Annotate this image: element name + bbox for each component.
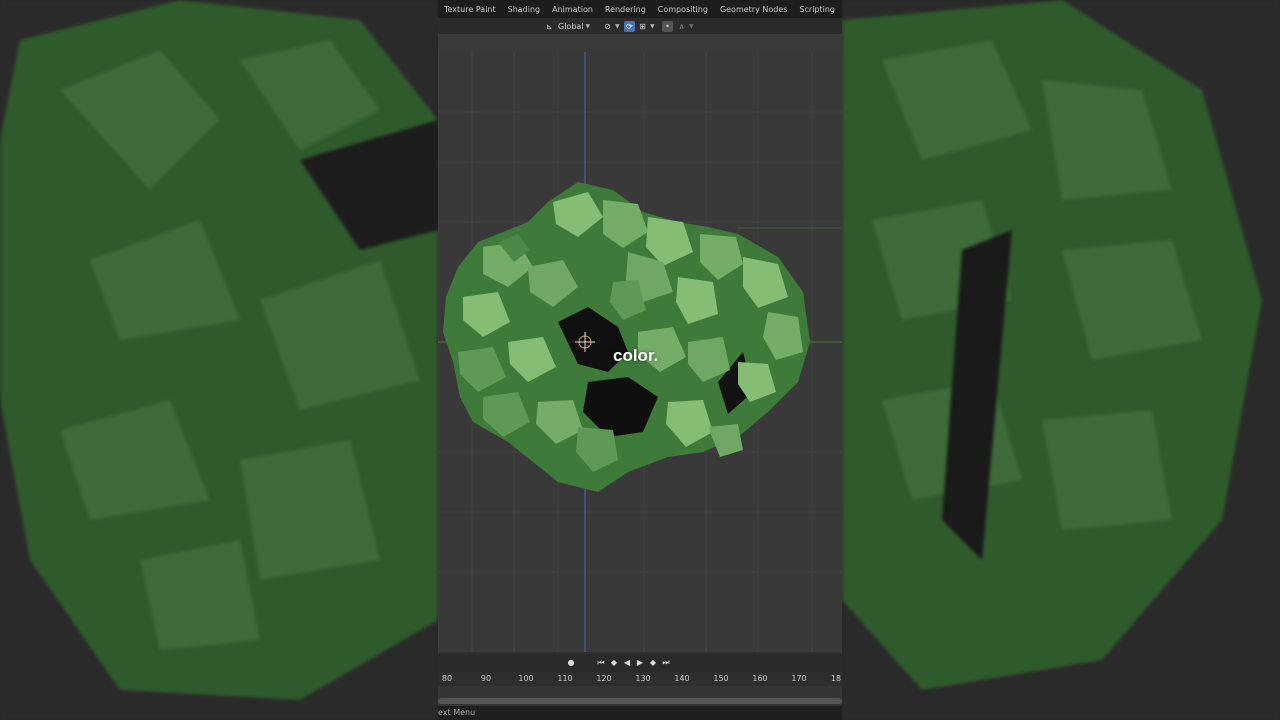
jump-end-icon[interactable]: ⏭ bbox=[660, 657, 672, 669]
pivot-dropdown[interactable]: ⊘ ▼ bbox=[602, 20, 620, 32]
3d-viewport[interactable]: color. bbox=[438, 52, 842, 652]
background-blur-right bbox=[842, 0, 1280, 720]
play-reverse-icon[interactable]: ◀ bbox=[621, 657, 633, 669]
frame-tick: 80 bbox=[441, 674, 453, 683]
falloff-curve-icon: ∧ bbox=[678, 21, 685, 31]
frame-tick: 160 bbox=[752, 674, 768, 683]
frame-tick: 130 bbox=[635, 674, 651, 683]
falloff-dropdown[interactable]: ∧ ▼ bbox=[676, 20, 694, 32]
frame-tick: 18 bbox=[830, 674, 842, 683]
chevron-down-icon: ▼ bbox=[689, 22, 694, 30]
snap-toggle[interactable]: ⟳ bbox=[624, 20, 635, 32]
tab-scripting[interactable]: Scripting bbox=[793, 0, 841, 20]
add-workspace-button[interactable]: + bbox=[841, 4, 842, 17]
tab-geometry-nodes[interactable]: Geometry Nodes bbox=[714, 0, 793, 20]
jump-start-icon[interactable]: ⏮ bbox=[595, 657, 607, 669]
viewport-header: ⊾ Global ▼ ⊘ ▼ ⟳ ⊞ ▼ • ∧ ▼ bbox=[438, 18, 842, 34]
frame-tick: 120 bbox=[596, 674, 612, 683]
tab-texture-paint[interactable]: Texture Paint bbox=[438, 0, 502, 20]
blender-window: Texture Paint Shading Animation Renderin… bbox=[438, 0, 842, 720]
snap-icon: ⟳ bbox=[624, 20, 635, 32]
workspace-tabs: Texture Paint Shading Animation Renderin… bbox=[438, 0, 842, 20]
proportional-edit-toggle[interactable]: • bbox=[662, 20, 673, 32]
next-keyframe-icon[interactable]: ◆ bbox=[647, 657, 659, 669]
frame-ruler[interactable]: 80 90 100 110 120 130 140 150 160 170 18 bbox=[438, 672, 842, 686]
transform-orientation-icon: ⊾ bbox=[546, 21, 553, 31]
snap-target-dropdown[interactable]: ⊞ ▼ bbox=[637, 20, 655, 32]
tab-rendering[interactable]: Rendering bbox=[599, 0, 652, 20]
background-blur-left bbox=[0, 0, 438, 720]
orientation-label: Global bbox=[558, 21, 584, 31]
frame-tick: 100 bbox=[518, 674, 534, 683]
frame-tick: 90 bbox=[480, 674, 492, 683]
frame-tick: 140 bbox=[674, 674, 690, 683]
chevron-down-icon: ▼ bbox=[585, 22, 591, 30]
frame-tick: 150 bbox=[713, 674, 729, 683]
transform-orientation-dropdown[interactable]: ⊾ Global ▼ bbox=[544, 20, 590, 32]
link-icon: ⊘ bbox=[604, 21, 611, 31]
status-text: ext Menu bbox=[438, 708, 476, 717]
tab-shading[interactable]: Shading bbox=[502, 0, 547, 20]
frame-tick: 110 bbox=[557, 674, 573, 683]
tab-compositing[interactable]: Compositing bbox=[652, 0, 714, 20]
status-bar: ext Menu bbox=[438, 706, 842, 720]
snap-target-icon: ⊞ bbox=[639, 21, 646, 31]
timeline-header: ● ⏮ ◆ ◀ ▶ ◆ ⏭ bbox=[438, 654, 842, 672]
timeline-scrollbar[interactable] bbox=[438, 698, 842, 704]
tab-animation[interactable]: Animation bbox=[546, 0, 599, 20]
proportional-edit-icon: • bbox=[662, 20, 673, 32]
play-icon[interactable]: ▶ bbox=[634, 657, 646, 669]
subtitle-caption: color. bbox=[613, 346, 659, 365]
chevron-down-icon: ▼ bbox=[615, 22, 620, 30]
record-icon[interactable]: ● bbox=[565, 657, 577, 669]
chevron-down-icon: ▼ bbox=[650, 22, 655, 30]
frame-tick: 170 bbox=[791, 674, 807, 683]
prev-keyframe-icon[interactable]: ◆ bbox=[608, 657, 620, 669]
tool-settings-bar bbox=[438, 34, 842, 52]
